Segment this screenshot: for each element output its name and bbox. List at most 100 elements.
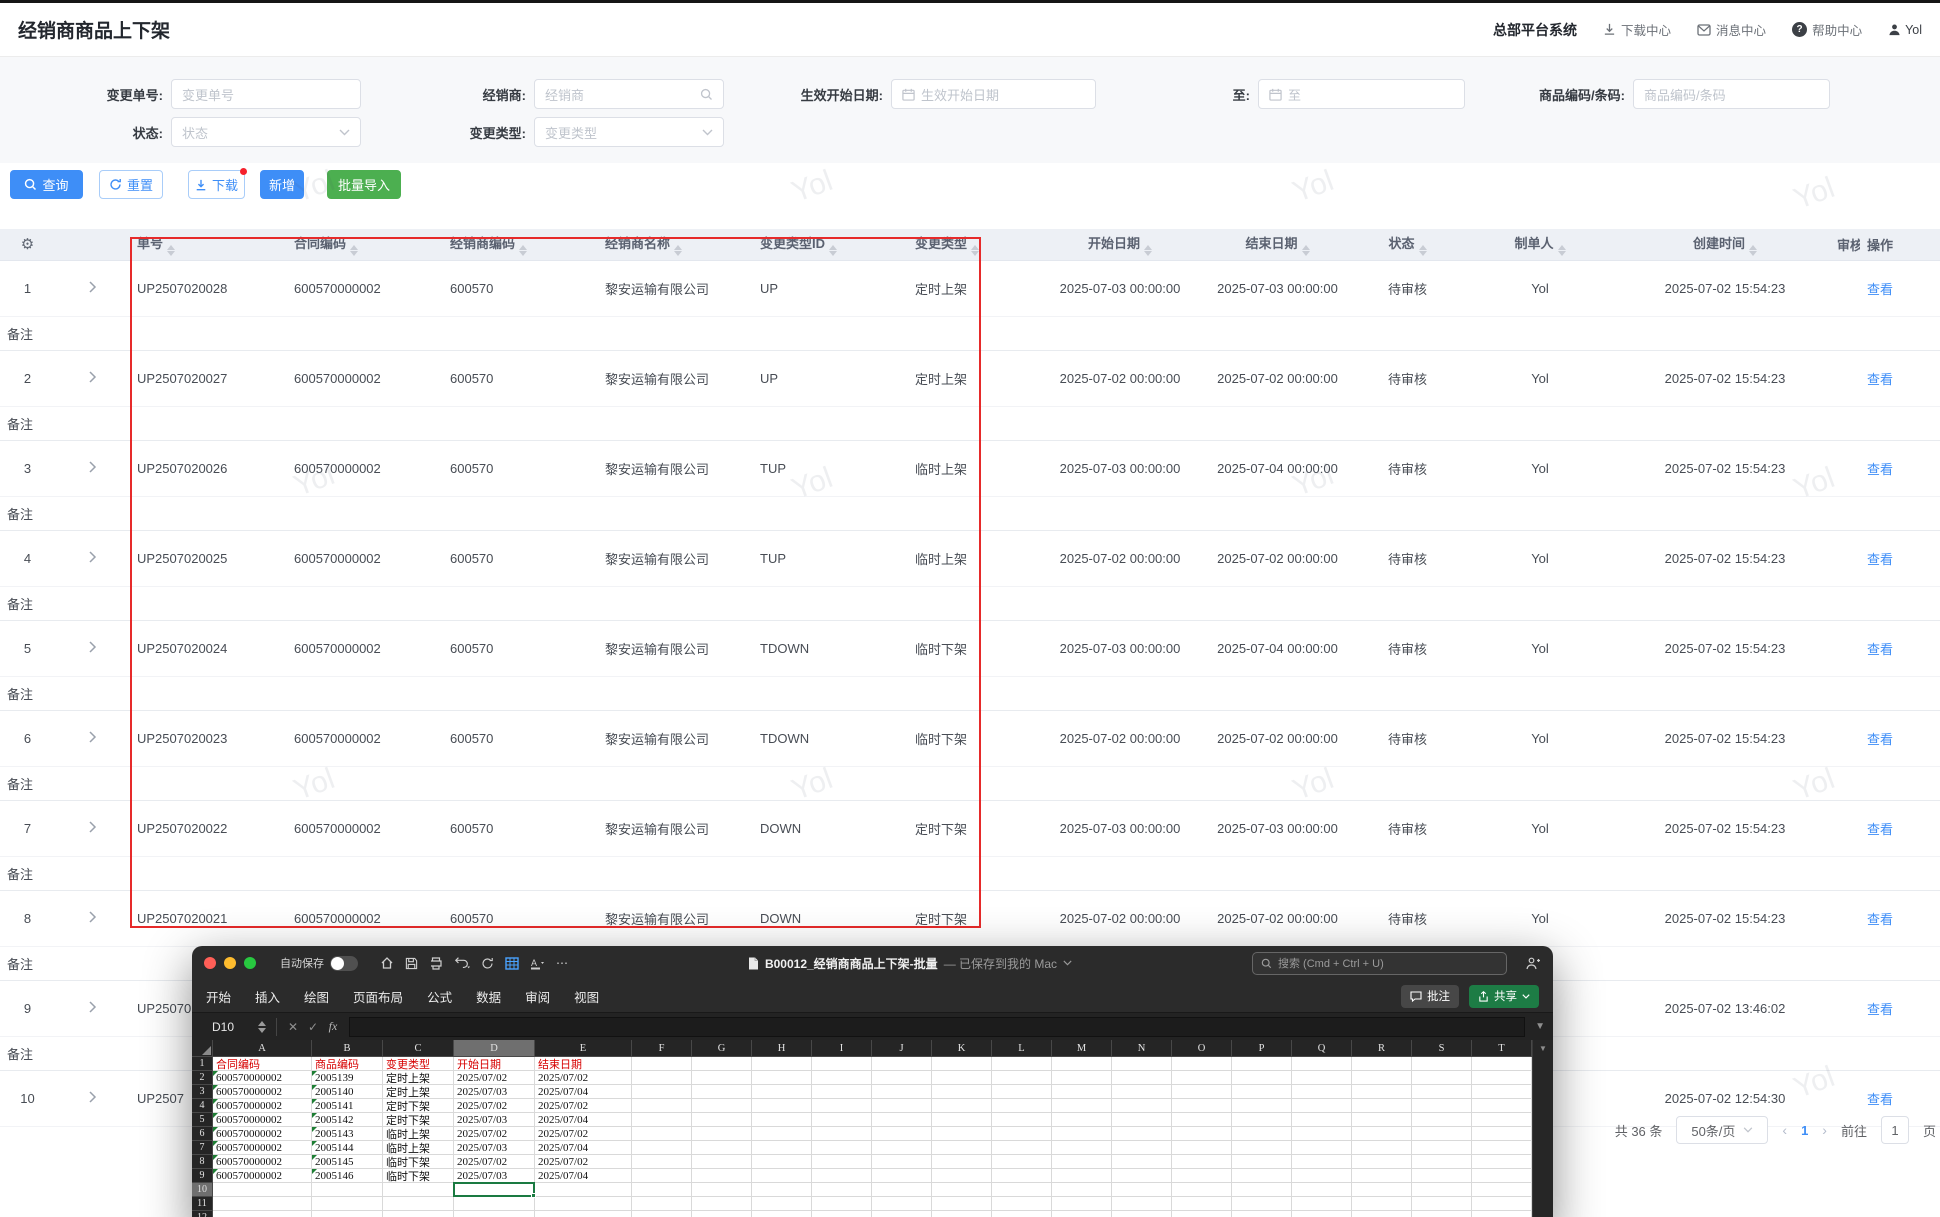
sort-icon[interactable] (167, 245, 175, 256)
print-icon[interactable] (429, 957, 443, 970)
formula-expand-icon[interactable]: ▼ (1535, 1021, 1545, 1032)
sheet-cell[interactable] (812, 1183, 872, 1197)
remark-cell[interactable]: 备注 (0, 856, 1940, 890)
sheet-cell[interactable] (213, 1183, 312, 1197)
sheet-cell[interactable] (1412, 1057, 1472, 1071)
sheet-cell[interactable] (1052, 1085, 1112, 1099)
sheet-cell[interactable] (632, 1113, 692, 1127)
row-expander[interactable] (55, 260, 130, 316)
row-expander[interactable] (55, 980, 130, 1036)
sheet-cell[interactable] (1172, 1113, 1232, 1127)
remark-cell[interactable]: 备注 (0, 586, 1940, 620)
column-header-0[interactable]: 单号 (130, 229, 287, 260)
sheet-cell[interactable] (812, 1155, 872, 1169)
row-expander[interactable] (55, 530, 130, 586)
sheet-cell[interactable] (1292, 1197, 1352, 1211)
sheet-cell[interactable] (1352, 1141, 1412, 1155)
sheet-cell[interactable] (992, 1071, 1052, 1085)
sheet-cell[interactable]: 2005145 (312, 1155, 383, 1169)
sheet-cell[interactable] (812, 1057, 872, 1071)
sort-icon[interactable] (1419, 245, 1427, 256)
sheet-cell[interactable] (1352, 1113, 1412, 1127)
sheet-cell[interactable]: 600570000002 (213, 1155, 312, 1169)
sheet-cell[interactable] (1292, 1141, 1352, 1155)
sheet-cell[interactable]: 2025/07/04 (535, 1141, 632, 1155)
column-letter-Q[interactable]: Q (1292, 1040, 1352, 1057)
sheet-cell[interactable] (632, 1169, 692, 1183)
sheet-cell[interactable] (1052, 1057, 1112, 1071)
sheet-cell[interactable] (932, 1183, 992, 1197)
sheet-cell[interactable] (1112, 1169, 1172, 1183)
column-letter-T[interactable]: T (1472, 1040, 1532, 1057)
sheet-cell[interactable] (1232, 1169, 1292, 1183)
sheet-cell[interactable] (535, 1197, 632, 1211)
remark-cell[interactable]: 备注 (0, 496, 1940, 530)
sheet-cell[interactable] (1292, 1113, 1352, 1127)
sort-icon[interactable] (1144, 245, 1152, 256)
sheet-cell[interactable] (1112, 1183, 1172, 1197)
sheet-cell[interactable]: 2005144 (312, 1141, 383, 1155)
sheet-cell[interactable] (1412, 1211, 1472, 1217)
home-icon[interactable] (380, 956, 394, 970)
sheet-cell[interactable] (1232, 1183, 1292, 1197)
sheet-cell[interactable]: 600570000002 (213, 1113, 312, 1127)
sheet-cell[interactable] (932, 1071, 992, 1085)
order-no-input[interactable]: 变更单号 (171, 79, 361, 109)
sheet-scrollbar[interactable]: ▼ (1532, 1040, 1553, 1217)
sheet-cell[interactable] (1052, 1141, 1112, 1155)
row-number-1[interactable]: 1 (192, 1057, 213, 1071)
sheet-cell[interactable] (992, 1057, 1052, 1071)
sheet-cell[interactable]: 2005143 (312, 1127, 383, 1141)
effective-end-input[interactable]: 至 (1258, 79, 1465, 109)
sheet-cell[interactable] (312, 1183, 383, 1197)
sheet-cell[interactable] (1052, 1197, 1112, 1211)
sheet-cell[interactable] (1052, 1127, 1112, 1141)
sheet-cell[interactable] (932, 1127, 992, 1141)
sheet-cell[interactable] (1412, 1085, 1472, 1099)
sheet-cell[interactable] (1112, 1099, 1172, 1113)
sheet-cell[interactable] (992, 1197, 1052, 1211)
table-grid-icon[interactable] (505, 957, 519, 970)
sheet-cell[interactable] (1352, 1071, 1412, 1085)
sheet-cell[interactable] (1172, 1099, 1232, 1113)
chevron-right-icon[interactable] (88, 1001, 97, 1013)
column-header-11[interactable]: 审核 (1830, 229, 1860, 260)
column-letter-B[interactable]: B (312, 1040, 383, 1057)
sheet-cell[interactable] (812, 1127, 872, 1141)
sheet-cell[interactable] (383, 1211, 454, 1217)
sheet-cell[interactable]: 2025/07/02 (454, 1127, 535, 1141)
sheet-cell[interactable] (632, 1197, 692, 1211)
sheet-cell[interactable] (1412, 1141, 1472, 1155)
change-type-select[interactable]: 变更类型 (534, 117, 724, 147)
remark-cell[interactable]: 备注 (0, 316, 1940, 350)
sheet-cell[interactable] (1052, 1099, 1112, 1113)
column-header-5[interactable]: 变更类型 (908, 229, 1040, 260)
sheet-cell[interactable] (1112, 1155, 1172, 1169)
sheet-cell[interactable]: 结束日期 (535, 1057, 632, 1071)
sort-icon[interactable] (829, 245, 837, 256)
sheet-cell[interactable]: 商品编码 (312, 1057, 383, 1071)
row-number-5[interactable]: 5 (192, 1113, 213, 1127)
sheet-cell[interactable] (1472, 1155, 1532, 1169)
row-number-11[interactable]: 11 (192, 1197, 213, 1211)
sheet-cell[interactable] (752, 1169, 812, 1183)
font-color-icon[interactable]: A (530, 957, 545, 970)
row-expander[interactable] (55, 350, 130, 406)
prev-page-button[interactable]: ‹ (1782, 1122, 1787, 1138)
sheet-cell[interactable] (1172, 1183, 1232, 1197)
sheet-cell[interactable] (312, 1211, 383, 1217)
sheet-cell[interactable] (1472, 1057, 1532, 1071)
sheet-cell[interactable] (692, 1155, 752, 1169)
sheet-cell[interactable] (1232, 1211, 1292, 1217)
add-button[interactable]: 新增 (260, 170, 304, 199)
sheet-cell[interactable]: 定时上架 (383, 1071, 454, 1085)
sheet-cell[interactable] (632, 1127, 692, 1141)
sheet-cell[interactable] (1412, 1169, 1472, 1183)
sheet-cell[interactable] (1412, 1113, 1472, 1127)
share-presence-icon[interactable] (1525, 956, 1541, 971)
column-header-12[interactable]: 操作 (1860, 229, 1940, 260)
sheet-cell[interactable] (1112, 1113, 1172, 1127)
sort-icon[interactable] (1749, 245, 1757, 256)
view-link[interactable]: 查看 (1867, 822, 1893, 837)
column-header-9[interactable]: 制单人 (1460, 229, 1620, 260)
